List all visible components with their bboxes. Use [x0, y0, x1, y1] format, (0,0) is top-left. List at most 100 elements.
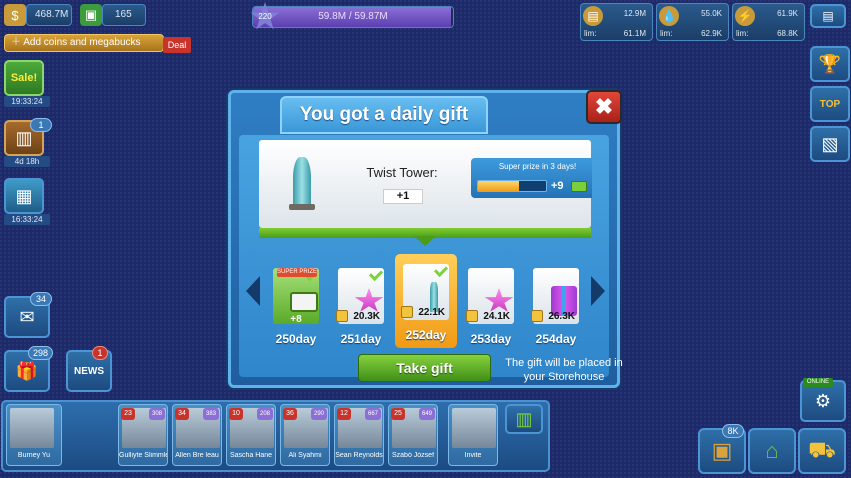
close-button[interactable]: ✖	[586, 90, 622, 124]
friend-card[interactable]: Allen Bre leau 34 383	[172, 404, 222, 466]
mail-badge: 34	[30, 292, 52, 306]
gift-icon: 🎁	[15, 360, 39, 381]
scroll-right-arrow-icon[interactable]	[591, 276, 605, 306]
storehouse-badge: 8K	[722, 424, 744, 438]
friend-card[interactable]: Gulliyte Slimmler 23 308	[118, 404, 168, 466]
deal-badge[interactable]: Deal	[163, 37, 191, 53]
power-icon: ⚡	[735, 6, 755, 26]
gifts-icon: ▥	[515, 408, 533, 429]
bulldozer-button[interactable]: ⛟	[798, 428, 846, 474]
friend-card[interactable]: Sean Reynolds 12 667	[334, 404, 384, 466]
friend-card[interactable]: Sascha Hane 10 208	[226, 404, 276, 466]
day-label: 251day	[340, 332, 382, 346]
friend-name: Ali Syahmi	[288, 452, 322, 459]
friend-level-badge: 12	[337, 408, 351, 420]
resource-limit-value: 68.8K	[777, 29, 798, 38]
gift-quantity: +1	[383, 189, 423, 204]
resource-materials[interactable]: ▤ 12.9M lim: 61.1M	[580, 3, 653, 41]
reward-amount: +8	[290, 314, 302, 325]
tower-base	[289, 204, 315, 210]
top-ratings-button[interactable]: TOP	[810, 86, 850, 122]
reward-amount: 20.3K	[353, 311, 380, 322]
megabucks-counter[interactable]: 165	[102, 4, 146, 26]
sale-button[interactable]: Sale!	[4, 60, 44, 96]
sale-label: Sale!	[10, 72, 38, 84]
friend-card[interactable]: Ali Syahmi 36 290	[280, 404, 330, 466]
experience-text: 59.8M / 59.87M	[318, 11, 388, 22]
day-label: 250day	[275, 332, 317, 346]
reward-amount: 22.1K	[418, 307, 445, 318]
day-label: 252day	[405, 328, 447, 342]
chest-timer: 4d 18h	[4, 156, 50, 167]
day-reward-card[interactable]: 26.3K 254day	[525, 258, 587, 348]
crates-icon: ▣	[711, 438, 733, 463]
day-reward-card[interactable]: 22.1K 252day	[395, 254, 457, 348]
take-gift-button[interactable]: Take gift	[358, 354, 491, 382]
resource-limit: lim: 68.8K	[736, 29, 798, 38]
experience-bar: 59.8M / 59.87M	[252, 6, 454, 28]
friend-xp-badge: 667	[365, 408, 381, 420]
megabucks-icon	[290, 292, 318, 312]
level-number: 220	[258, 12, 272, 21]
friend-level-badge: 23	[121, 408, 135, 420]
friend-xp-badge: 383	[203, 408, 219, 420]
add-coins-button[interactable]: ＋ Add coins and megabucks	[4, 34, 164, 52]
friend-card[interactable]: Burney Yu	[6, 404, 62, 466]
storehouse-note: The gift will be placed in your Storehou…	[505, 357, 623, 383]
day-label: 254day	[535, 332, 577, 346]
friend-name: Sascha Hane	[229, 452, 273, 459]
friend-card[interactable]: Szabó József 25 649	[388, 404, 438, 466]
online-status-badge: ONLINE	[803, 378, 833, 387]
news-badge: 1	[92, 346, 108, 360]
friend-xp-badge: 290	[311, 408, 327, 420]
quests-button[interactable]: ▤	[810, 4, 846, 28]
resource-limit: lim: 62.9K	[660, 29, 722, 38]
friend-name: Burney Yu	[17, 452, 51, 459]
friend-name: Invite	[464, 452, 482, 459]
map-button[interactable]: ▧	[810, 126, 850, 162]
avatar	[10, 408, 54, 448]
trophy-icon: 🏆	[818, 53, 842, 74]
friend-level-badge: 10	[229, 408, 243, 420]
achievements-button[interactable]: 🏆	[810, 46, 850, 82]
super-prize-fill	[478, 181, 519, 191]
resource-value: 55.0K	[701, 9, 722, 18]
resource-value: 61.9K	[777, 9, 798, 18]
scroll-left-arrow-icon[interactable]	[246, 276, 260, 306]
materials-icon: ▤	[583, 6, 603, 26]
super-prize-text: Super prize in 3 days!	[498, 162, 577, 171]
day-reward-card[interactable]: 24.1K 253day	[460, 258, 522, 348]
gift-name: Twist Tower:	[366, 165, 438, 180]
build-button[interactable]: ⌂	[748, 428, 796, 474]
reward-amount: 26.3K	[548, 311, 575, 322]
friend-xp-badge: 208	[257, 408, 273, 420]
send-gifts-button[interactable]: ▥	[505, 404, 543, 434]
friend-name: Sean Reynolds	[335, 452, 383, 459]
news-label: NEWS	[74, 365, 104, 377]
building-offer-button[interactable]: ▦	[4, 178, 44, 214]
coins-counter[interactable]: 468.7M	[26, 4, 72, 26]
day-reward-card[interactable]: +8 SUPER PRIZE 250day	[265, 258, 327, 348]
super-prize-tag: SUPER PRIZE	[277, 268, 318, 277]
resource-power[interactable]: ⚡ 61.9K lim: 68.8K	[732, 3, 805, 41]
day-reward-card[interactable]: 20.3K 251day	[330, 258, 392, 348]
gear-icon: ⚙	[814, 390, 832, 411]
friend-xp-badge: 308	[149, 408, 165, 420]
gifts-badge: 298	[28, 346, 54, 360]
friend-xp-badge: 649	[419, 408, 435, 420]
checkmark-icon	[433, 262, 449, 278]
friend-level-badge: 34	[175, 408, 189, 420]
building-icon: ▦	[15, 185, 33, 206]
sale-timer: 19:33:24	[4, 96, 50, 107]
plus-icon: ＋	[11, 37, 24, 48]
resource-value: 12.9M	[623, 9, 646, 18]
super-prize-reward: +9	[551, 180, 564, 192]
top-label: TOP	[819, 98, 841, 110]
add-coins-label: Add coins and megabucks	[23, 37, 141, 48]
building-offer-timer: 16:33:24	[4, 214, 50, 225]
resource-water[interactable]: 💧 55.0K lim: 62.9K	[656, 3, 729, 41]
resource-limit-label: lim:	[584, 29, 597, 38]
invite-button[interactable]: Invite	[448, 404, 498, 466]
checkmark-icon	[368, 266, 384, 282]
super-prize-progress	[477, 180, 547, 192]
